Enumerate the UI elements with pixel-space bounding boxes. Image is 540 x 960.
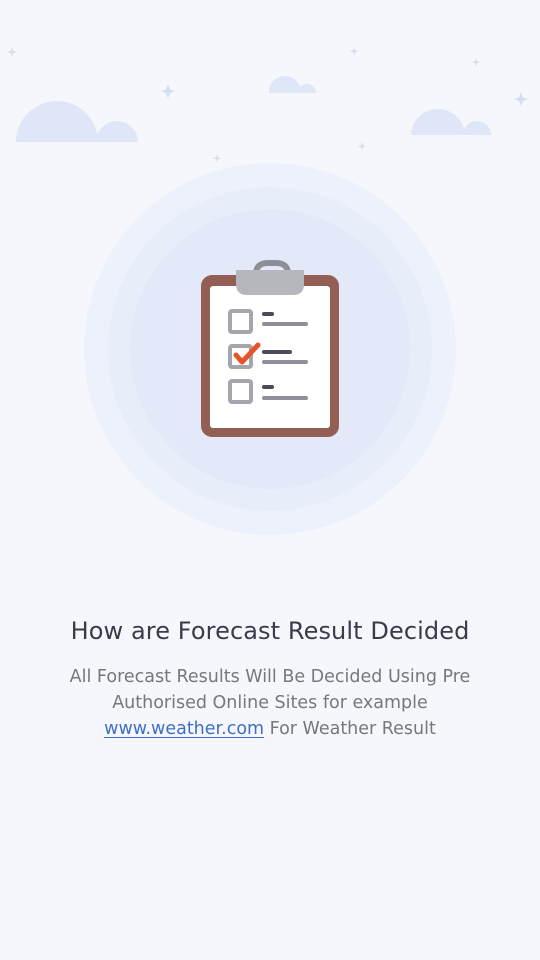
description-text: All Forecast Results Will Be Decided Usi… — [40, 664, 500, 742]
description-line-2: Authorised Online Sites for example — [112, 693, 428, 713]
weather-site-link[interactable]: www.weather.com — [104, 719, 264, 739]
clipboard-checklist-icon — [201, 260, 339, 437]
onboarding-screen: How are Forecast Result Decided All Fore… — [0, 0, 540, 960]
description-line-1: All Forecast Results Will Be Decided Usi… — [69, 667, 471, 687]
page-title: How are Forecast Result Decided — [70, 617, 470, 645]
description-line-3-suffix: For Weather Result — [264, 719, 436, 739]
